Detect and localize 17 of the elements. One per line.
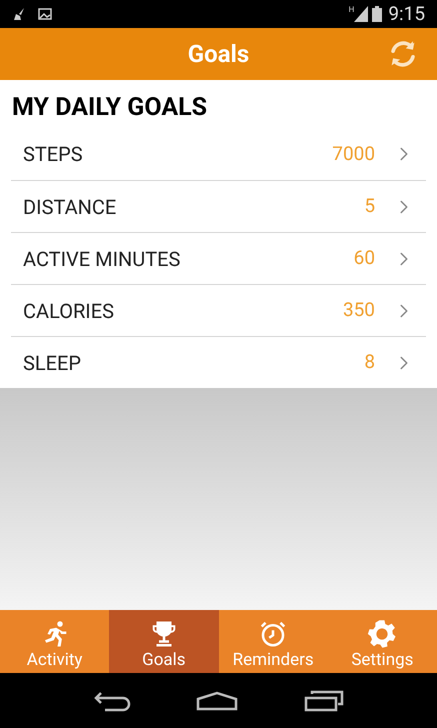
goal-row[interactable]: ACTIVE MINUTES 60 — [11, 232, 426, 284]
goal-row[interactable]: CALORIES 350 — [11, 284, 426, 336]
image-icon — [38, 7, 52, 21]
recent-apps-icon[interactable] — [304, 690, 344, 712]
signal-icon — [354, 6, 368, 22]
goal-row[interactable]: DISTANCE 5 — [11, 180, 426, 232]
battery-icon — [372, 6, 382, 22]
goal-row[interactable]: STEPS 7000 — [11, 128, 426, 180]
section-title: MY DAILY GOALS — [11, 92, 208, 124]
header-title: Goals — [188, 39, 250, 70]
broom-icon — [12, 7, 26, 21]
home-icon[interactable] — [196, 690, 238, 710]
tab[interactable]: Goals — [109, 610, 218, 673]
back-icon[interactable] — [92, 690, 131, 712]
clock: 9:15 — [388, 0, 425, 27]
settings-icon — [367, 619, 398, 649]
network-type: H — [348, 4, 354, 16]
